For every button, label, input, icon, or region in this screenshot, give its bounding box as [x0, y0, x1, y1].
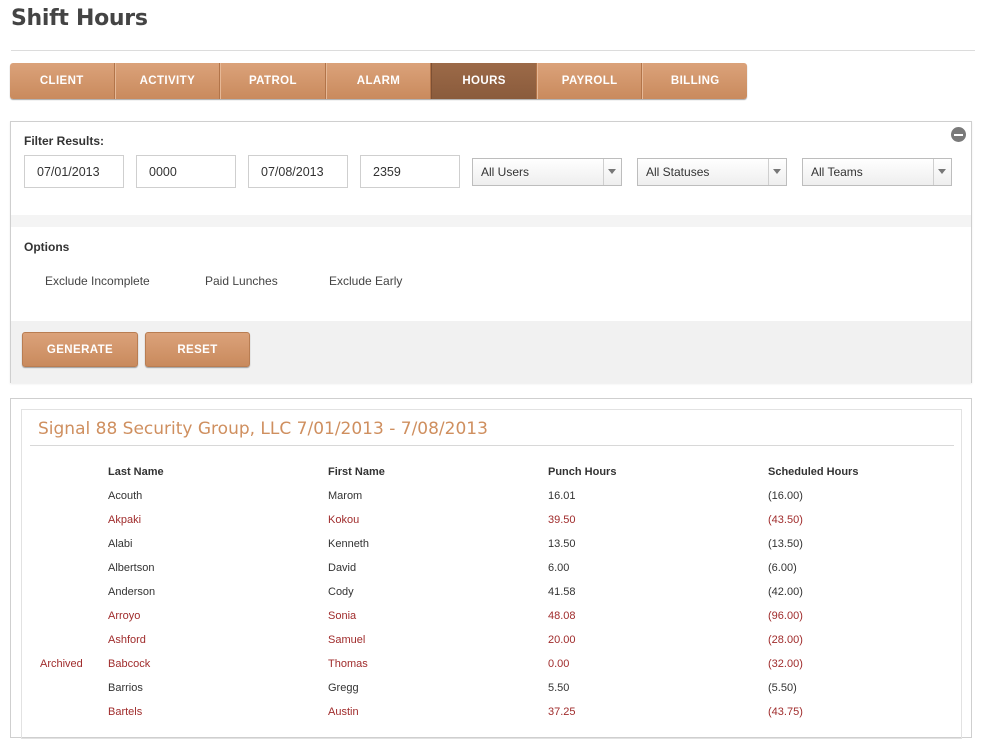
table-row[interactable]: Acouth Marom 16.01 (16.00)	[22, 490, 961, 514]
row-last-name: Barrios	[108, 682, 143, 694]
row-punch-hours: 41.58	[548, 586, 576, 598]
chevron-down-icon	[933, 159, 951, 185]
row-last-name: Anderson	[108, 586, 156, 598]
generate-button[interactable]: GENERATE	[22, 332, 138, 367]
exclude-incomplete-option[interactable]: Exclude Incomplete	[45, 274, 150, 288]
row-last-name: Albertson	[108, 562, 155, 574]
tab-hours[interactable]: HOURS	[431, 63, 537, 99]
tab-client[interactable]: CLIENT	[10, 63, 115, 99]
tab-payroll[interactable]: PAYROLL	[536, 63, 643, 99]
row-scheduled-hours: (43.75)	[768, 706, 803, 718]
row-first-name: Sonia	[328, 610, 357, 622]
tab-patrol[interactable]: PATROL	[220, 63, 326, 99]
table-row[interactable]: Ashford Samuel 20.00 (28.00)	[22, 634, 961, 658]
row-punch-hours: 20.00	[548, 634, 576, 646]
title-divider	[11, 50, 975, 51]
row-last-name: Akpaki	[108, 514, 142, 526]
table-row[interactable]: Anderson Cody 41.58 (42.00)	[22, 586, 961, 610]
table-row[interactable]: Albertson David 6.00 (6.00)	[22, 562, 961, 586]
row-first-name: Austin	[328, 706, 359, 718]
paid-lunches-option[interactable]: Paid Lunches	[205, 274, 278, 288]
row-punch-hours: 5.50	[548, 682, 570, 694]
column-header-first-name[interactable]: First Name	[328, 466, 385, 478]
chevron-down-icon	[768, 159, 786, 185]
start-date-input[interactable]	[24, 155, 124, 188]
users-select[interactable]: All Users	[472, 158, 622, 186]
row-punch-hours: 37.25	[548, 706, 576, 718]
row-first-name: Thomas	[328, 658, 368, 670]
chevron-down-icon	[603, 159, 621, 185]
row-first-name: David	[328, 562, 357, 574]
column-header-punch-hours[interactable]: Punch Hours	[548, 466, 616, 478]
report-title: Signal 88 Security Group, LLC 7/01/2013 …	[38, 419, 488, 439]
row-first-name: Kokou	[328, 514, 360, 526]
minus-circle-icon[interactable]	[951, 127, 966, 142]
row-scheduled-hours: (5.50)	[768, 682, 797, 694]
table-row[interactable]: Arroyo Sonia 48.08 (96.00)	[22, 610, 961, 634]
row-first-name: Kenneth	[328, 538, 369, 550]
tab-activity[interactable]: ACTIVITY	[114, 63, 221, 99]
row-last-name: Bartels	[108, 706, 143, 718]
row-punch-hours: 0.00	[548, 658, 570, 670]
row-first-name: Cody	[328, 586, 354, 598]
row-scheduled-hours: (28.00)	[768, 634, 803, 646]
exclude-early-option[interactable]: Exclude Early	[329, 274, 402, 288]
row-punch-hours: 13.50	[548, 538, 576, 550]
table-row[interactable]: Bartels Austin 37.25 (43.75)	[22, 706, 961, 730]
filter-results-label: Filter Results:	[24, 134, 105, 148]
table-row[interactable]: Alabi Kenneth 13.50 (13.50)	[22, 538, 961, 562]
statuses-select-value: All Statuses	[646, 165, 710, 179]
row-first-name: Marom	[328, 490, 363, 502]
teams-select[interactable]: All Teams	[802, 158, 952, 186]
section-divider	[11, 215, 971, 227]
row-punch-hours: 48.08	[548, 610, 576, 622]
report-container: Signal 88 Security Group, LLC 7/01/2013 …	[21, 409, 962, 739]
reset-button[interactable]: RESET	[145, 332, 250, 367]
row-last-name: Arroyo	[108, 610, 141, 622]
row-punch-hours: 16.01	[548, 490, 576, 502]
row-scheduled-hours: (42.00)	[768, 586, 803, 598]
options-label: Options	[24, 240, 70, 254]
row-status: Archived	[40, 658, 83, 670]
end-date-input[interactable]	[248, 155, 348, 188]
row-scheduled-hours: (13.50)	[768, 538, 803, 550]
tab-alarm[interactable]: ALARM	[325, 63, 432, 99]
row-last-name: Ashford	[108, 634, 146, 646]
table-row[interactable]: Archived Babcock Thomas 0.00 (32.00)	[22, 658, 961, 682]
statuses-select[interactable]: All Statuses	[637, 158, 787, 186]
row-first-name: Gregg	[328, 682, 359, 694]
row-scheduled-hours: (43.50)	[768, 514, 803, 526]
row-scheduled-hours: (16.00)	[768, 490, 803, 502]
row-last-name: Babcock	[108, 658, 151, 670]
table-row[interactable]: Barrios Gregg 5.50 (5.50)	[22, 682, 961, 706]
filter-panel: Filter Results: All Users All Statuses A…	[10, 121, 972, 383]
page-title: Shift Hours	[11, 6, 148, 31]
action-bar: GENERATE RESET	[11, 321, 971, 383]
table-row[interactable]: Akpaki Kokou 39.50 (43.50)	[22, 514, 961, 538]
row-scheduled-hours: (96.00)	[768, 610, 803, 622]
main-tabs: CLIENT ACTIVITY PATROL ALARM HOURS PAYRO…	[10, 63, 747, 99]
report-divider	[30, 445, 954, 446]
row-punch-hours: 6.00	[548, 562, 570, 574]
column-header-scheduled-hours[interactable]: Scheduled Hours	[768, 466, 858, 478]
row-first-name: Samuel	[328, 634, 366, 646]
tab-billing[interactable]: BILLING	[642, 63, 747, 99]
end-time-input[interactable]	[360, 155, 460, 188]
row-last-name: Acouth	[108, 490, 143, 502]
report-panel: Signal 88 Security Group, LLC 7/01/2013 …	[10, 398, 972, 739]
row-scheduled-hours: (32.00)	[768, 658, 803, 670]
row-punch-hours: 39.50	[548, 514, 576, 526]
start-time-input[interactable]	[136, 155, 236, 188]
column-header-last-name[interactable]: Last Name	[108, 466, 164, 478]
users-select-value: All Users	[481, 165, 530, 179]
row-scheduled-hours: (6.00)	[768, 562, 797, 574]
row-last-name: Alabi	[108, 538, 133, 550]
teams-select-value: All Teams	[811, 165, 863, 179]
